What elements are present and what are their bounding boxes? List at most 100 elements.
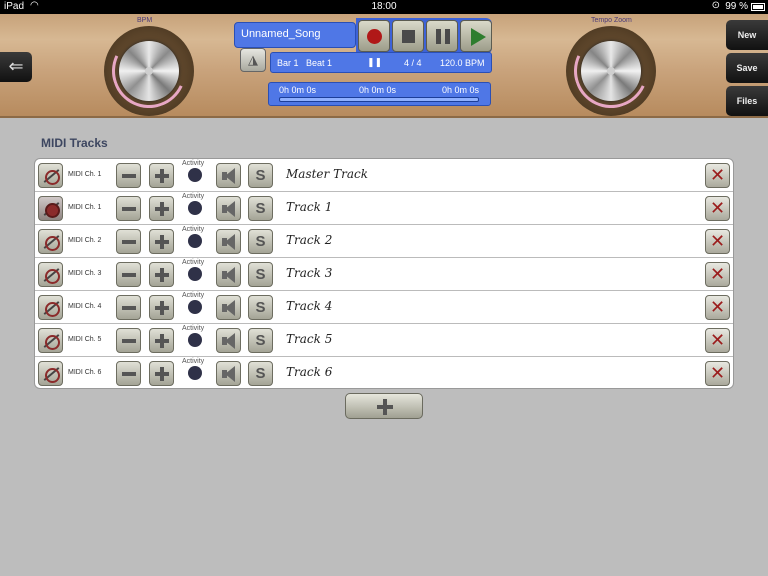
midi-channel-label: MIDI Ch. 3 <box>68 270 102 277</box>
delete-track-button[interactable] <box>705 361 730 386</box>
channel-increase-button[interactable] <box>149 328 174 353</box>
delete-track-button[interactable] <box>705 163 730 188</box>
midi-channel-label: MIDI Ch. 1 <box>68 204 102 211</box>
activity-label: Activity <box>182 325 205 332</box>
bpm-knob-dial <box>119 41 179 101</box>
track-name[interactable]: Track 6 <box>286 365 332 379</box>
channel-decrease-button[interactable] <box>116 196 141 221</box>
files-button[interactable]: Files <box>726 86 768 116</box>
delete-track-button[interactable] <box>705 229 730 254</box>
solo-button[interactable]: S <box>248 361 273 386</box>
midi-track-list: MIDI Ch. 1 Activity S Master Track MIDI … <box>34 158 734 389</box>
solo-button[interactable]: S <box>248 163 273 188</box>
battery-percent: 99 % <box>725 1 748 12</box>
pause-button[interactable] <box>426 20 458 52</box>
track-name[interactable]: Track 5 <box>286 332 332 346</box>
beat-display: Beat 1 <box>306 58 333 68</box>
timeline-bar[interactable]: 0h 0m 0s 0h 0m 0s 0h 0m 0s <box>268 82 491 106</box>
activity-label: Activity <box>182 226 205 233</box>
solo-button[interactable]: S <box>248 295 273 320</box>
channel-decrease-button[interactable] <box>116 328 141 353</box>
track-row: MIDI Ch. 4 Activity S Track 4 <box>35 291 733 324</box>
activity-label: Activity <box>182 160 205 167</box>
channel-mute-button[interactable] <box>38 196 63 221</box>
timeline-slider[interactable] <box>279 97 479 102</box>
new-button[interactable]: New <box>726 20 768 50</box>
channel-mute-button[interactable] <box>38 262 63 287</box>
mute-speaker-button[interactable] <box>216 361 241 386</box>
midi-channel-label: MIDI Ch. 6 <box>68 369 102 376</box>
bpm-display: 120.0 BPM <box>440 58 485 68</box>
solo-button[interactable]: S <box>248 196 273 221</box>
channel-mute-button[interactable] <box>38 163 63 188</box>
delete-track-button[interactable] <box>705 196 730 221</box>
play-button[interactable] <box>460 20 492 52</box>
midi-channel-label: MIDI Ch. 2 <box>68 237 102 244</box>
channel-decrease-button[interactable] <box>116 262 141 287</box>
channel-increase-button[interactable] <box>149 229 174 254</box>
midi-channel-label: MIDI Ch. 5 <box>68 336 102 343</box>
position-display: Bar 1 Beat 1 ❚❚ 4 / 4 120.0 BPM <box>270 52 492 73</box>
channel-increase-button[interactable] <box>149 163 174 188</box>
channel-mute-button[interactable] <box>38 295 63 320</box>
tempo-zoom-knob-label: Tempo Zoom <box>591 17 632 24</box>
delete-track-button[interactable] <box>705 262 730 287</box>
channel-mute-button[interactable] <box>38 229 63 254</box>
track-row: MIDI Ch. 2 Activity S Track 2 <box>35 225 733 258</box>
activity-indicator <box>188 267 202 281</box>
time-signature-display: 4 / 4 <box>404 58 422 68</box>
rotation-lock-icon: ⊙ <box>711 0 720 11</box>
activity-indicator <box>188 366 202 380</box>
track-row: MIDI Ch. 3 Activity S Track 3 <box>35 258 733 291</box>
status-bar: iPad ◠ 18:00 ⊙ 99 % <box>0 0 768 14</box>
channel-mute-button[interactable] <box>38 328 63 353</box>
bpm-knob-label: BPM <box>137 17 153 24</box>
save-button[interactable]: Save <box>726 53 768 83</box>
tempo-zoom-knob[interactable] <box>563 23 659 119</box>
channel-decrease-button[interactable] <box>116 163 141 188</box>
midi-channel-label: MIDI Ch. 4 <box>68 303 102 310</box>
solo-button[interactable]: S <box>248 262 273 287</box>
channel-decrease-button[interactable] <box>116 295 141 320</box>
record-button[interactable] <box>358 20 390 52</box>
mute-speaker-button[interactable] <box>216 295 241 320</box>
track-name[interactable]: Track 3 <box>286 266 332 280</box>
metronome-icon: ◮ <box>248 52 258 67</box>
bpm-knob[interactable] <box>101 23 197 119</box>
activity-label: Activity <box>182 358 205 365</box>
track-row: MIDI Ch. 1 Activity S Master Track <box>35 159 733 192</box>
delete-track-button[interactable] <box>705 328 730 353</box>
metronome-button[interactable]: ◮ <box>240 48 266 72</box>
mute-speaker-button[interactable] <box>216 163 241 188</box>
stop-button[interactable] <box>392 20 424 52</box>
channel-mute-button[interactable] <box>38 361 63 386</box>
channel-decrease-button[interactable] <box>116 361 141 386</box>
mute-speaker-button[interactable] <box>216 328 241 353</box>
activity-indicator <box>188 201 202 215</box>
delete-track-button[interactable] <box>705 295 730 320</box>
song-name-field[interactable]: Unnamed_Song <box>234 22 356 48</box>
timeline-start: 0h 0m 0s <box>279 85 317 95</box>
channel-increase-button[interactable] <box>149 196 174 221</box>
track-row: MIDI Ch. 1 Activity S Track 1 <box>35 192 733 225</box>
channel-increase-button[interactable] <box>149 361 174 386</box>
battery-icon <box>751 3 765 11</box>
mute-speaker-button[interactable] <box>216 196 241 221</box>
track-name[interactable]: Master Track <box>286 167 368 181</box>
back-button[interactable]: ⇐ <box>0 52 32 82</box>
mute-speaker-button[interactable] <box>216 262 241 287</box>
add-track-button[interactable] <box>345 393 423 419</box>
track-row: MIDI Ch. 6 Activity S Track 6 <box>35 357 733 388</box>
mute-speaker-button[interactable] <box>216 229 241 254</box>
channel-increase-button[interactable] <box>149 262 174 287</box>
channel-increase-button[interactable] <box>149 295 174 320</box>
bar-display: Bar 1 <box>277 58 299 68</box>
channel-decrease-button[interactable] <box>116 229 141 254</box>
timeline-position: 0h 0m 0s <box>359 85 397 95</box>
track-name[interactable]: Track 4 <box>286 299 332 313</box>
track-name[interactable]: Track 1 <box>286 200 332 214</box>
solo-button[interactable]: S <box>248 328 273 353</box>
track-name[interactable]: Track 2 <box>286 233 332 247</box>
solo-button[interactable]: S <box>248 229 273 254</box>
playback-state-icon: ❚❚ <box>367 57 383 67</box>
